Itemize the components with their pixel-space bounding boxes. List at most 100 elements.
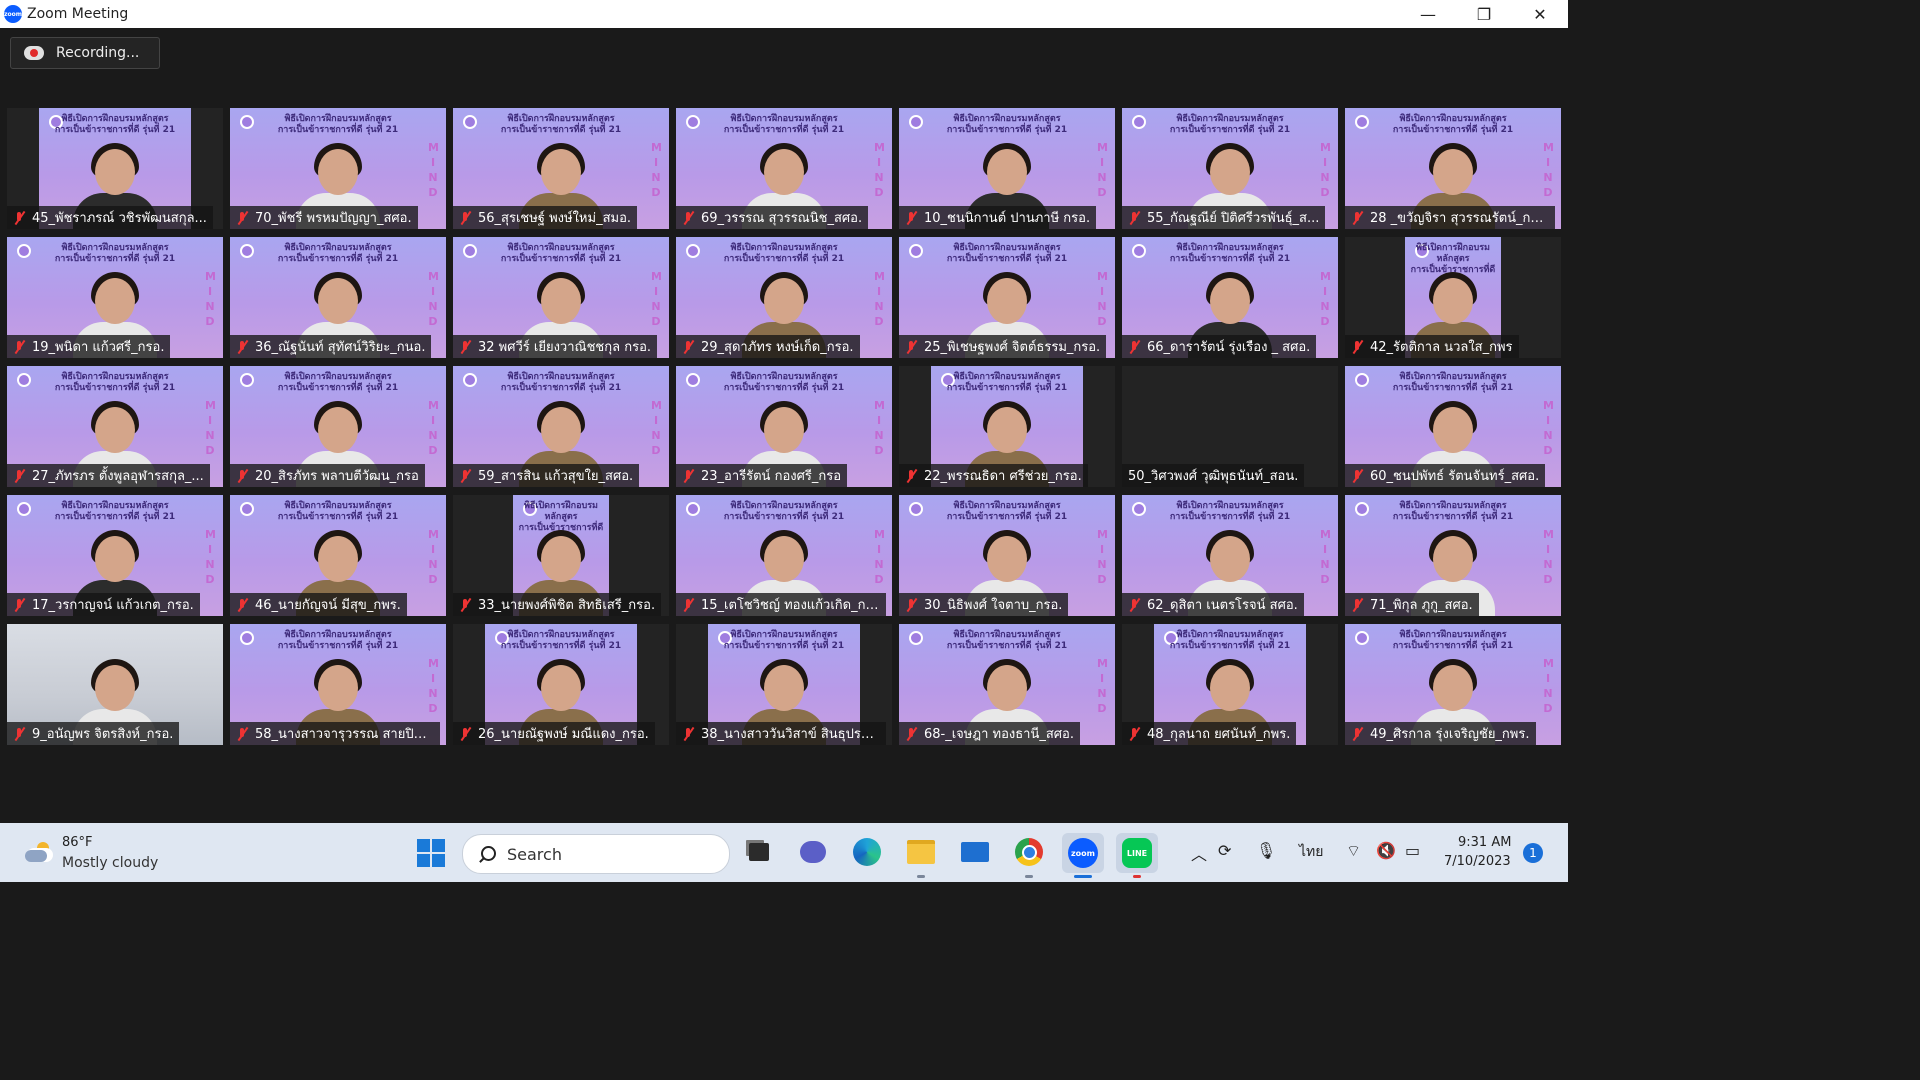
zoom-taskbar-icon[interactable]: zoom	[1062, 833, 1104, 873]
participant-name: 33_นายพงศ์พิชิต สิทธิเสรี_กรอ.	[478, 598, 656, 613]
notification-badge[interactable]: 1	[1523, 843, 1543, 863]
muted-mic-icon	[458, 598, 472, 612]
participant-name: 29_สุดาภัทร หงษ์เก็ด_กรอ.	[701, 340, 854, 355]
muted-mic-icon	[681, 211, 695, 225]
participant-tile[interactable]: พิธีเปิดการฝึกอบรมหลักสูตร การเป็นข้าราชก…	[676, 237, 892, 358]
mind-vertical-text: MIND	[428, 399, 439, 457]
window-controls: — ❐ ✕	[1400, 0, 1568, 28]
participant-tile[interactable]: พิธีเปิดการฝึกอบรมหลักสูตร การเป็นข้าราชก…	[899, 108, 1115, 229]
participant-name: 56_สุรเชษฐ์ พงษ์ใหม่_สมอ.	[478, 211, 632, 226]
participant-tile[interactable]: พิธีเปิดการฝึกอบรมหลักสูตร การเป็นข้าราชก…	[1345, 108, 1561, 229]
participant-nameplate: 29_สุดาภัทร หงษ์เก็ด_กรอ.	[676, 335, 860, 358]
muted-mic-icon	[12, 340, 26, 354]
participant-tile[interactable]: พิธีเปิดการฝึกอบรมหลักสูตร การเป็นข้าราชก…	[1122, 495, 1338, 616]
muted-mic-icon	[904, 340, 918, 354]
mind-vertical-text: MIND	[428, 528, 439, 586]
participant-tile[interactable]: พิธีเปิดการฝึกอบรมหลักสูตร การเป็นข้าราชก…	[230, 237, 446, 358]
participant-tile[interactable]: พิธีเปิดการฝึกอบรมหลักสูตร การเป็นข้าราชก…	[230, 366, 446, 487]
muted-mic-icon	[458, 727, 472, 741]
weather-description[interactable]: Mostly cloudy	[62, 855, 158, 871]
participant-name: 27_ภัทรภร ตั้งพูลอุฬารสกุล_...	[32, 469, 204, 484]
participant-tile[interactable]: พิธีเปิดการฝึกอบรมหลักสูตร การเป็นข้าราชก…	[1122, 237, 1338, 358]
participant-tile[interactable]: 50_วิศวพงศ์ วุฒิพุธนันท์_สอน.	[1122, 366, 1338, 487]
weather-cloudy-icon[interactable]	[25, 840, 55, 862]
participant-name: 70_พัชรี พรหมปัญญา_สศอ.	[255, 211, 412, 226]
participant-tile[interactable]: พิธีเปิดการฝึกอบรมหลักสูตร การเป็นข้าราชก…	[453, 366, 669, 487]
participant-tile[interactable]: พิธีเปิดการฝึกอบรมหลักสูตร การเป็นข้าราชก…	[676, 366, 892, 487]
participant-tile[interactable]: พิธีเปิดการฝึกอบรมหลักสูตร การเป็นข้าราชก…	[1122, 624, 1338, 745]
participant-name: 30_นิธิพงศ์ ใจตาบ_กรอ.	[924, 598, 1063, 613]
muted-mic-icon	[235, 727, 249, 741]
file-explorer-icon[interactable]	[906, 837, 936, 867]
participant-tile[interactable]: พิธีเปิดการฝึกอบรมหลักสูตร การเป็นข้าราชก…	[899, 366, 1115, 487]
muted-mic-icon	[1127, 598, 1141, 612]
participant-nameplate: 32 พศวีร์ เยียงวาณิชชกุล กรอ.	[453, 335, 658, 358]
participant-name: 48_กุลนาถ ยศนันท์_กพร.	[1147, 727, 1291, 742]
participant-tile[interactable]: พิธีเปิดการฝึกอบรมหลักสูตร การเป็นข้าราชก…	[1345, 366, 1561, 487]
participant-tile[interactable]: พิธีเปิดการฝึกอบรมหลักสูตร การเป็นข้าราชก…	[230, 624, 446, 745]
mind-vertical-text: MIND	[205, 270, 216, 328]
participant-tile[interactable]: พิธีเปิดการฝึกอบรมหลักสูตร การเป็นข้าราชก…	[7, 495, 223, 616]
mind-vertical-text: MIND	[205, 399, 216, 457]
participant-tile[interactable]: พิธีเปิดการฝึกอบรมหลักสูตร การเป็นข้าราชก…	[453, 624, 669, 745]
muted-mic-icon	[1350, 211, 1364, 225]
clock-date[interactable]: 7/10/2023	[1444, 854, 1511, 869]
minimize-button[interactable]: —	[1400, 0, 1456, 28]
muted-mic-icon	[1350, 340, 1364, 354]
participant-tile[interactable]: พิธีเปิดการฝึกอบรมหลักสูตร การเป็นข้าราชก…	[899, 237, 1115, 358]
taskbar-search-box[interactable]: Search	[462, 834, 730, 874]
participant-tile[interactable]: พิธีเปิดการฝึกอบรมหลักสูตร การเป็นข้าราชก…	[7, 366, 223, 487]
input-language[interactable]: ไทย	[1299, 841, 1323, 863]
mind-vertical-text: MIND	[1543, 528, 1554, 586]
muted-mic-icon	[681, 727, 695, 741]
participant-tile[interactable]: พิธีเปิดการฝึกอบรมหลักสูตร การเป็นข้าราชก…	[7, 237, 223, 358]
participant-tile[interactable]: พิธีเปิดการฝึกอบรมหลักสูตร การเป็นข้าราชก…	[1122, 108, 1338, 229]
participant-name: 10_ชนนิกานต์ ปานภาษี กรอ.	[924, 211, 1091, 226]
volume-muted-icon[interactable]: 🔇	[1376, 841, 1396, 860]
participant-tile[interactable]: พิธีเปิดการฝึกอบรมหลักสูตร การเป็นข้าราชก…	[230, 108, 446, 229]
participant-tile[interactable]: พิธีเปิดการฝึกอบรมหลักสูตร การเป็นข้าราชก…	[230, 495, 446, 616]
participant-name: 26_นายณัฐพงษ์ มณีแดง_กรอ.	[478, 727, 649, 742]
participant-tile[interactable]: พิธีเปิดการฝึกอบรมหลักสูตร การเป็นข้าราชก…	[676, 495, 892, 616]
teams-chat-icon[interactable]	[798, 837, 828, 867]
mind-vertical-text: MIND	[874, 528, 885, 586]
task-view-icon[interactable]	[744, 837, 774, 867]
participant-tile[interactable]: พิธีเปิดการฝึกอบรมหลักสูตร การเป็นข้าราชก…	[676, 624, 892, 745]
sync-icon[interactable]: ⟳	[1218, 841, 1231, 860]
participant-tile[interactable]: พิธีเปิดการฝึกอบรมหลักสูตร การเป็นข้าราชก…	[1345, 495, 1561, 616]
participant-tile[interactable]: พิธีเปิดการฝึกอบรมหลักสูตร การเป็นข้าราชก…	[453, 495, 669, 616]
participant-tile[interactable]: 9_อนัญพร จิตรสิงห์_กรอ.	[7, 624, 223, 745]
participant-tile[interactable]: พิธีเปิดการฝึกอบรมหลักสูตร การเป็นข้าราชก…	[899, 495, 1115, 616]
participant-nameplate: 30_นิธิพงศ์ ใจตาบ_กรอ.	[899, 593, 1069, 616]
battery-icon[interactable]: ▭	[1405, 841, 1420, 860]
mail-icon[interactable]	[960, 837, 990, 867]
chrome-icon[interactable]	[1014, 837, 1044, 867]
window-title: Zoom Meeting	[27, 6, 129, 22]
participant-tile[interactable]: พิธีเปิดการฝึกอบรมหลักสูตร การเป็นข้าราชก…	[1345, 237, 1561, 358]
clock-time[interactable]: 9:31 AM	[1458, 835, 1511, 850]
weather-temperature[interactable]: 86°F	[62, 835, 93, 850]
line-app-icon[interactable]: LINE	[1116, 833, 1158, 873]
wifi-icon[interactable]: ⌔	[1346, 841, 1361, 861]
muted-mic-icon	[235, 469, 249, 483]
restore-button[interactable]: ❐	[1456, 0, 1512, 28]
microphone-icon[interactable]: 🎙	[1256, 841, 1276, 860]
muted-mic-icon	[1127, 340, 1141, 354]
participant-tile[interactable]: พิธีเปิดการฝึกอบรมหลักสูตร การเป็นข้าราชก…	[7, 108, 223, 229]
recording-indicator[interactable]: Recording...	[10, 37, 160, 69]
participant-tile[interactable]: พิธีเปิดการฝึกอบรมหลักสูตร การเป็นข้าราชก…	[453, 108, 669, 229]
participant-nameplate: 71_พิกุล ภูกู_สศอ.	[1345, 593, 1479, 616]
participant-nameplate: 45_พัชราภรณ์ วชิรพัฒนสกุล...	[7, 206, 213, 229]
mind-vertical-text: MIND	[1320, 141, 1331, 199]
start-menu-icon[interactable]	[417, 839, 445, 867]
participant-tile[interactable]: พิธีเปิดการฝึกอบรมหลักสูตร การเป็นข้าราชก…	[453, 237, 669, 358]
participant-tile[interactable]: พิธีเปิดการฝึกอบรมหลักสูตร การเป็นข้าราชก…	[899, 624, 1115, 745]
muted-mic-icon	[458, 211, 472, 225]
participant-name: 15_เตโชวิชญ์ ทองแก้วเกิด_กรอ.	[701, 598, 880, 613]
muted-mic-icon	[681, 340, 695, 354]
participant-tile[interactable]: พิธีเปิดการฝึกอบรมหลักสูตร การเป็นข้าราชก…	[676, 108, 892, 229]
close-button[interactable]: ✕	[1512, 0, 1568, 28]
edge-browser-icon[interactable]	[852, 837, 882, 867]
participant-tile[interactable]: พิธีเปิดการฝึกอบรมหลักสูตร การเป็นข้าราชก…	[1345, 624, 1561, 745]
show-hidden-icons-chevron-icon[interactable]: ︿	[1191, 841, 1207, 865]
